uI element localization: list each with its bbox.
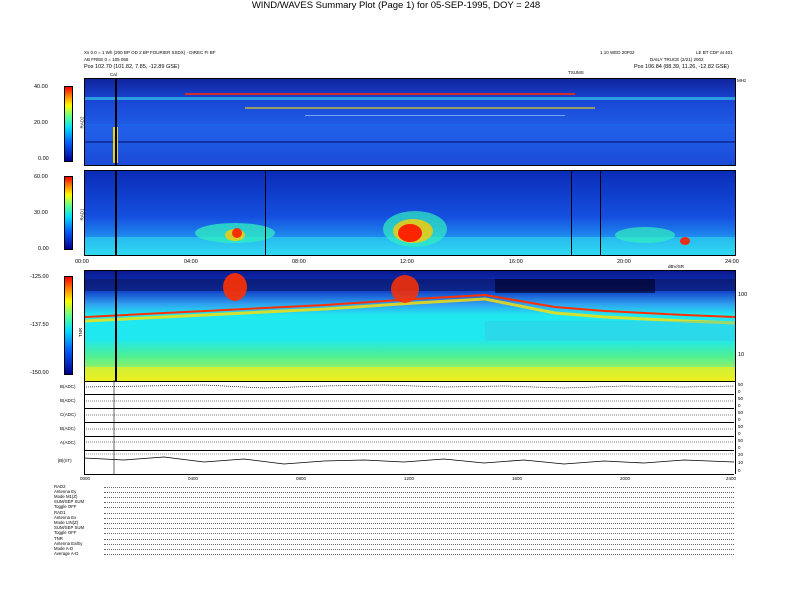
settings-guide [104, 502, 734, 503]
bottom-tick-2000: 2000 [620, 476, 631, 481]
trace6-divider [84, 474, 734, 475]
time-tick-1600: 16:00 [509, 259, 523, 265]
tnr-cbar-tick-bottom: -150.00 [30, 370, 49, 376]
rad2-right-unit: MHz [737, 78, 747, 83]
header-right-line2: DAILY TRUCE (2/21) 2002 [650, 57, 704, 62]
trace3-tick-mid: 0 [738, 417, 741, 422]
time-label: TSUMS [568, 70, 584, 75]
tnr-right-tick-10: 10 [738, 352, 745, 358]
bottom-time-axis: 0000 0400 0800 1200 1600 2000 2400 [80, 476, 737, 484]
time-tick-1200: 12:00 [400, 259, 414, 265]
bottom-tick-0000: 0000 [80, 476, 91, 481]
rad1-cbar-tick-bottom: 0.00 [38, 246, 49, 252]
trace5-tick-top: 50 [738, 438, 744, 443]
settings-guide [104, 513, 734, 514]
settings-guide [104, 544, 734, 545]
settings-guide [104, 507, 734, 508]
tnr-cbar-tick-mid: -137.50 [30, 322, 49, 328]
rad1-time-axis: 00:00 04:00 08:00 12:00 16:00 20:00 24:0… [75, 258, 739, 268]
tnr-spectrogram [84, 270, 736, 382]
tnr-heatmap-overlay [85, 271, 735, 381]
time-tick-0800: 08:00 [292, 259, 306, 265]
tnr-colorbar [64, 276, 73, 375]
trace2-label: B(ADC) [60, 398, 76, 403]
rad2-cbar-tick-mid: 20.00 [34, 120, 48, 126]
settings-guide [104, 539, 734, 540]
plot-title: WIND/WAVES Summary Plot (Page 1) for 05-… [251, 0, 541, 11]
traces-lines [84, 380, 734, 474]
bottom-tick-2400: 2400 [726, 476, 737, 481]
time-tick-0400: 04:00 [184, 259, 198, 265]
tnr-right-tick-100: 100 [738, 292, 748, 298]
rad2-cbar-tick-top: 40.00 [34, 84, 48, 90]
tnr-right-top-label: dBV/SR [668, 264, 685, 269]
trace6-label: |B|(nT) [58, 458, 72, 463]
rad1-cbar-tick-mid: 30.00 [34, 210, 48, 216]
header-right-position: Pos 106.84 (88.39, 11.26, -12.82 GSE) [634, 64, 729, 70]
settings-guide [104, 528, 734, 529]
trace1-tick-top: 50 [738, 382, 744, 387]
trace6-tick-top: 20 [738, 452, 744, 457]
settings-row: Toggle OFF [54, 530, 77, 535]
rad2-colorbar [64, 86, 73, 162]
header-left-position: Pos 102.70 (101.82, 7.85, -12.89 GSE) [84, 64, 180, 70]
tnr-ylabel: TNR [78, 327, 84, 338]
rad2-cbar-tick-bottom: 0.00 [38, 156, 49, 162]
settings-guide [104, 554, 734, 555]
header-left-line2: AB FREE 0 = 105 055 [84, 57, 129, 62]
settings-guide [104, 487, 734, 488]
trace1-label: B(ADC) [60, 384, 76, 389]
settings-row: Average A-D [54, 551, 79, 556]
bottom-tick-0800: 0800 [296, 476, 307, 481]
trace5-tick-mid: 0 [738, 445, 741, 450]
time-tick-2000: 20:00 [617, 259, 631, 265]
trace4-tick-top: 50 [738, 424, 744, 429]
header-left-line1: Xs 0.0 = 1 Wh (200 BP OD 2 BP FOURIER SS… [84, 50, 216, 55]
rad2-spectrogram [84, 78, 736, 166]
bottom-tick-1600: 1600 [512, 476, 523, 481]
trace4-label: B(ADC) [60, 426, 76, 431]
cal-label: Cal [110, 72, 117, 77]
trace1-tick-mid: 0 [738, 389, 741, 394]
time-tick-0000: 00:00 [75, 259, 89, 265]
trace2-tick-mid: 0 [738, 403, 741, 408]
trace6-tick-bottom: 0 [738, 468, 741, 473]
settings-guide [104, 497, 734, 498]
settings-guide [104, 492, 734, 493]
trace6-tick-mid: 10 [738, 460, 744, 465]
rad1-colorbar [64, 176, 73, 250]
time-tick-2400: 24:00 [725, 259, 739, 265]
rad1-heatmap-overlay [85, 171, 735, 255]
bottom-tick-0400: 0400 [188, 476, 199, 481]
rad1-cbar-tick-top: 60.00 [34, 174, 48, 180]
tnr-cbar-tick-top: -125.00 [30, 274, 49, 280]
settings-guide [104, 533, 734, 534]
trace2-tick-top: 50 [738, 396, 744, 401]
trace3-tick-top: 50 [738, 410, 744, 415]
rad1-spectrogram [84, 170, 736, 256]
header-center-small: 1.10 WED 20F02 [600, 50, 635, 55]
trace5-label: A(ADC) [60, 440, 76, 445]
settings-row: Toggle OFF [54, 504, 77, 509]
header-right-line1: LE BT CDF at 401 [696, 50, 733, 55]
trace4-tick-mid: 0 [738, 431, 741, 436]
rad2-heatmap-overlay [85, 79, 735, 165]
settings-guide [104, 549, 734, 550]
settings-guide [104, 518, 734, 519]
trace3-label: C(ADC) [60, 412, 76, 417]
settings-guide [104, 523, 734, 524]
bottom-tick-1200: 1200 [404, 476, 415, 481]
